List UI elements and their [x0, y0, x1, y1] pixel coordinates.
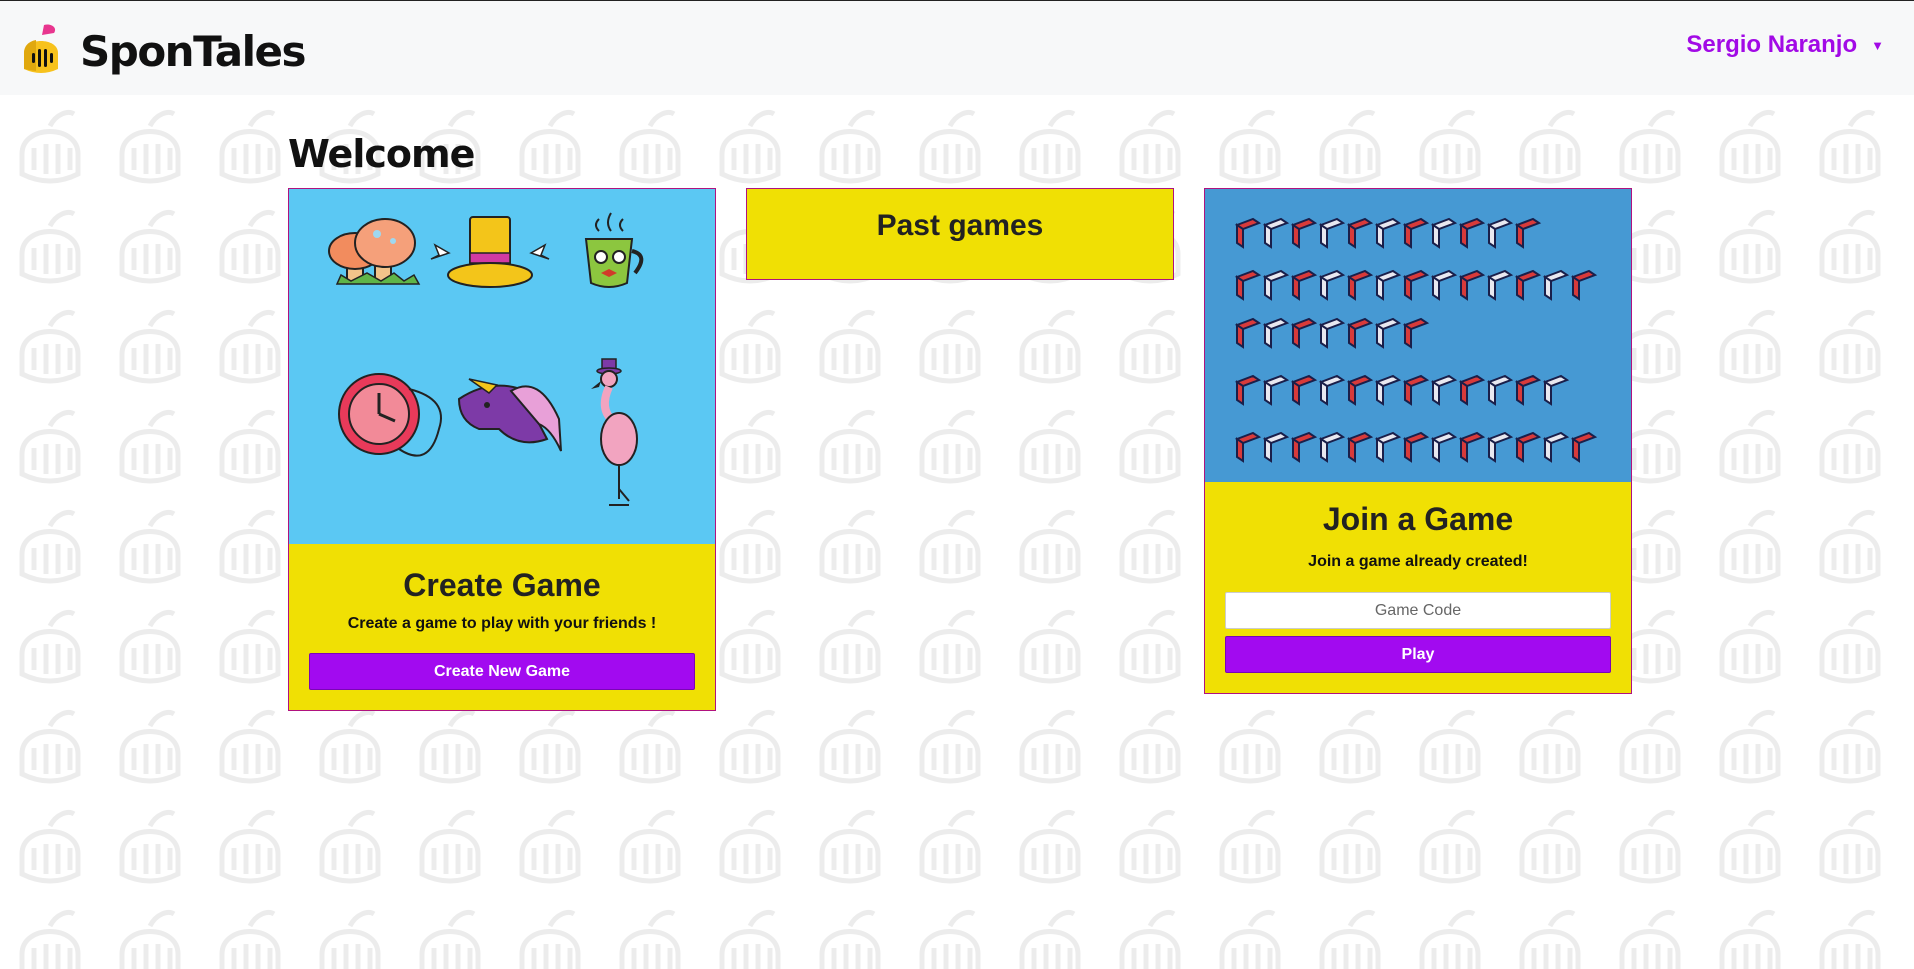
- letter-block: [1458, 217, 1486, 249]
- letter-block: [1402, 269, 1430, 301]
- letter-block: [1514, 269, 1542, 301]
- letter-block: [1542, 431, 1570, 463]
- letter-block: [1402, 374, 1430, 406]
- join-game-card: Join a Game Join a game already created!…: [1204, 188, 1632, 694]
- letter-block: [1262, 269, 1290, 301]
- teacup-icon: [584, 212, 644, 288]
- letter-block: [1542, 269, 1570, 301]
- letter-block: [1514, 431, 1542, 463]
- letter-block: [1374, 217, 1402, 249]
- user-menu-dropdown[interactable]: Sergio Naranjo ▼: [1686, 31, 1884, 59]
- create-game-card: Create Game Create a game to play with y…: [288, 188, 716, 711]
- letter-block: [1486, 374, 1514, 406]
- letter-block: [1318, 317, 1346, 349]
- letter-block: [1346, 431, 1374, 463]
- letter-block: [1318, 374, 1346, 406]
- letter-block: [1346, 374, 1374, 406]
- letter-block: [1234, 217, 1262, 249]
- letter-block: [1318, 217, 1346, 249]
- isometric-alphabet-illustration: [1205, 189, 1631, 482]
- create-game-illustration: [289, 189, 715, 544]
- top-navbar: SponTales Sergio Naranjo ▼: [0, 0, 1914, 95]
- letter-block: [1318, 431, 1346, 463]
- letter-block: [1262, 374, 1290, 406]
- past-games-title: Past games: [876, 209, 1044, 242]
- letter-block: [1486, 269, 1514, 301]
- letter-block: [1234, 269, 1262, 301]
- letter-block: [1290, 374, 1318, 406]
- letter-block: [1430, 431, 1458, 463]
- top-hat-icon: [430, 216, 550, 288]
- flamingo-icon: [591, 358, 638, 506]
- letter-block: [1570, 431, 1598, 463]
- letter-block: [1234, 431, 1262, 463]
- letter-block: [1458, 374, 1486, 406]
- letter-block: [1374, 317, 1402, 349]
- unicorn-icon: [457, 378, 562, 452]
- letter-block: [1458, 269, 1486, 301]
- letter-block: [1570, 269, 1598, 301]
- letter-block: [1514, 374, 1542, 406]
- join-game-title: Join a Game: [1322, 501, 1514, 537]
- letter-block: [1290, 431, 1318, 463]
- letter-block: [1430, 269, 1458, 301]
- user-name: Sergio Naranjo: [1686, 31, 1858, 58]
- create-new-game-button[interactable]: Create New Game: [309, 653, 695, 690]
- game-code-input[interactable]: [1225, 592, 1611, 629]
- letter-block: [1430, 374, 1458, 406]
- create-game-description: Create a game to play with your friends …: [347, 615, 657, 632]
- letter-block: [1262, 431, 1290, 463]
- letter-block: [1374, 374, 1402, 406]
- letter-block: [1430, 217, 1458, 249]
- letter-block: [1402, 431, 1430, 463]
- letter-block: [1346, 217, 1374, 249]
- play-button[interactable]: Play: [1225, 636, 1611, 673]
- mushroom-icon: [328, 218, 421, 285]
- brand-home-link[interactable]: SponTales: [20, 23, 307, 79]
- letter-block: [1542, 374, 1570, 406]
- letter-block: [1374, 269, 1402, 301]
- past-games-card[interactable]: Past games: [746, 188, 1174, 280]
- letter-block: [1262, 217, 1290, 249]
- create-game-title: Create Game: [403, 567, 601, 603]
- letter-block: [1318, 269, 1346, 301]
- letter-block: [1374, 431, 1402, 463]
- spontales-logo-icon: [20, 23, 62, 79]
- letter-block: [1402, 317, 1430, 349]
- dropdown-caret-icon: ▼: [1871, 37, 1884, 53]
- letter-block: [1290, 217, 1318, 249]
- page-title: Welcome: [288, 132, 475, 176]
- letter-block: [1234, 317, 1262, 349]
- letter-block: [1514, 217, 1542, 249]
- join-game-description: Join a game already created!: [1308, 553, 1528, 570]
- brand-name: SponTales: [80, 26, 307, 76]
- letter-block: [1486, 217, 1514, 249]
- letter-block: [1290, 269, 1318, 301]
- letter-block: [1290, 317, 1318, 349]
- letter-block: [1486, 431, 1514, 463]
- letter-block: [1234, 374, 1262, 406]
- letter-block: [1346, 317, 1374, 349]
- letter-block: [1262, 317, 1290, 349]
- letter-block: [1458, 431, 1486, 463]
- letter-block: [1346, 269, 1374, 301]
- letter-block: [1402, 217, 1430, 249]
- pocket-watch-icon: [338, 373, 442, 457]
